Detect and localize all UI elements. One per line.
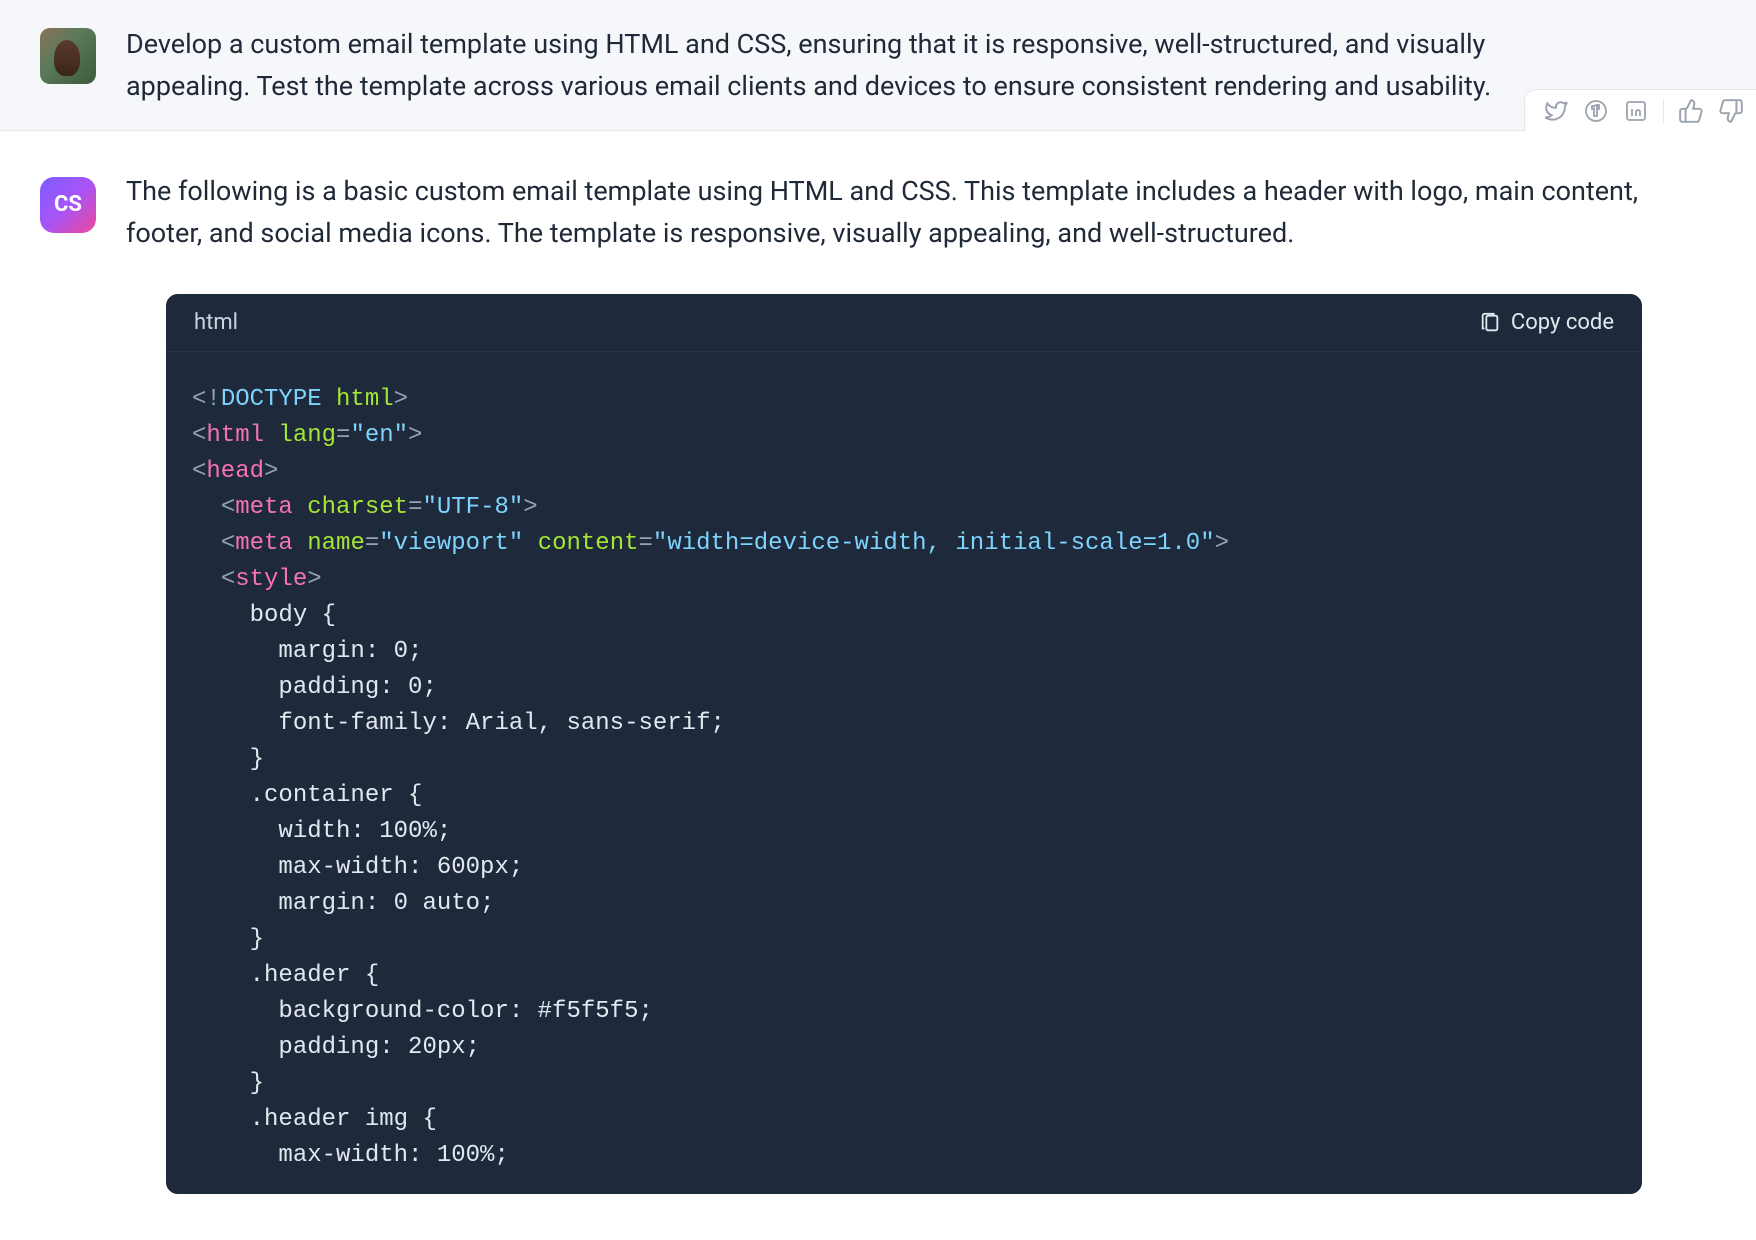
code-language-label: html [194,310,238,335]
code-line: .header img { [192,1102,1616,1138]
code-line: } [192,742,1616,778]
code-line: .header { [192,958,1616,994]
code-block: html Copy code <!DOCTYPE html><html lang… [166,294,1642,1194]
thumbs-down-icon[interactable] [1718,98,1744,124]
code-line: padding: 20px; [192,1030,1616,1066]
code-line: <meta charset="UTF-8"> [192,490,1616,526]
code-body[interactable]: <!DOCTYPE html><html lang="en"><head> <m… [166,352,1642,1194]
code-block-header: html Copy code [166,294,1642,352]
code-line: <style> [192,562,1616,598]
code-line: <head> [192,454,1616,490]
linkedin-icon[interactable] [1623,98,1649,124]
assistant-message-section: CS The following is a basic custom email… [0,131,1756,1195]
code-line: font-family: Arial, sans-serif; [192,706,1616,742]
code-line: <html lang="en"> [192,418,1616,454]
assistant-message-row: CS The following is a basic custom email… [40,171,1716,255]
user-message-section: Develop a custom email template using HT… [0,0,1756,131]
copy-code-button[interactable]: Copy code [1479,310,1614,335]
code-line: width: 100%; [192,814,1616,850]
assistant-avatar-text: CS [54,192,82,217]
code-line: } [192,922,1616,958]
code-line: background-color: #f5f5f5; [192,994,1616,1030]
thumbs-up-icon[interactable] [1678,98,1704,124]
code-line: <!DOCTYPE html> [192,382,1616,418]
facebook-icon[interactable] [1583,98,1609,124]
assistant-avatar: CS [40,177,96,233]
code-line: body { [192,598,1616,634]
message-toolbar [1524,89,1756,132]
code-line: margin: 0; [192,634,1616,670]
user-message-row: Develop a custom email template using HT… [0,24,1756,108]
user-message-text: Develop a custom email template using HT… [126,24,1716,108]
user-avatar [40,28,96,84]
code-line: max-width: 100%; [192,1138,1616,1174]
toolbar-divider [1663,99,1664,123]
assistant-message-text: The following is a basic custom email te… [126,171,1716,255]
twitter-icon[interactable] [1543,98,1569,124]
code-line: margin: 0 auto; [192,886,1616,922]
code-line: .container { [192,778,1616,814]
code-line: <meta name="viewport" content="width=dev… [192,526,1616,562]
code-line: } [192,1066,1616,1102]
copy-code-label: Copy code [1511,310,1614,335]
clipboard-icon [1479,312,1501,334]
code-line: max-width: 600px; [192,850,1616,886]
code-line: padding: 0; [192,670,1616,706]
